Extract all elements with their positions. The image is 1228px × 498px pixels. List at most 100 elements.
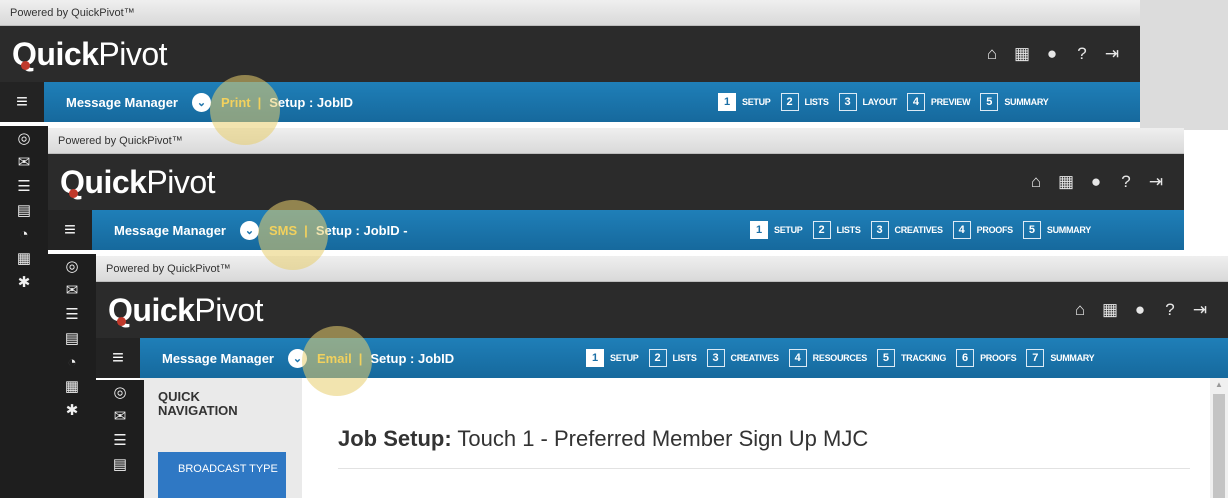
home-icon[interactable]: ⌂ <box>1026 172 1046 192</box>
broadcast-type-button[interactable]: BROADCAST TYPE <box>158 452 286 498</box>
step-number: 5 <box>876 349 895 367</box>
help-icon[interactable]: ? <box>1072 44 1092 64</box>
wizard-steps: 1 SETUP 2 LISTS 3 LAYOUT 4 PREVIEW 5 SUMMARY <box>718 93 1049 111</box>
help-icon[interactable]: ? <box>1160 300 1180 320</box>
user-icon[interactable]: ● <box>1130 300 1150 320</box>
quickpivot-logo[interactable]: QuickPivot <box>60 164 216 201</box>
separator: | <box>257 94 262 110</box>
scrollbar-thumb[interactable] <box>1213 394 1225 498</box>
database-icon[interactable]: ☰ <box>96 428 144 452</box>
brand-bar: QuickPivot ⌂ ▦ ● ? ⇥ <box>0 26 1140 82</box>
top-icons: ⌂ ▦ ● ? ⇥ <box>982 44 1122 64</box>
chevron-down-icon[interactable]: ⌄ <box>192 92 211 112</box>
target-icon[interactable]: ◎ <box>0 126 48 150</box>
job-nav-bar: ≡ Message Manager ⌄ SMS | Setup : JobID … <box>48 210 1184 250</box>
step-number: 7 <box>1026 349 1045 367</box>
pie-chart-icon[interactable]: ◔ <box>48 350 96 374</box>
step-number: 1 <box>718 93 736 111</box>
step-number: 6 <box>956 349 975 367</box>
background-area <box>1140 0 1228 130</box>
step-label: TRACKING <box>900 353 947 363</box>
step-number: 5 <box>980 93 999 111</box>
module-label: Message Manager <box>162 350 274 366</box>
gear-icon[interactable]: ✱ <box>0 270 48 294</box>
document-icon[interactable]: ▤ <box>96 452 144 476</box>
step-label: CREATIVES <box>730 353 779 363</box>
quickpivot-logo[interactable]: QuickPivot <box>12 36 168 73</box>
menu-icon[interactable]: ≡ <box>48 210 92 250</box>
powered-by-bar: Powered by QuickPivot™ <box>0 0 1140 26</box>
job-nav-bar: ≡ Message Manager ⌄ Print | Setup : JobI… <box>0 82 1140 122</box>
channel-label: SMS <box>269 222 298 238</box>
step-label: SETUP <box>742 97 771 107</box>
pie-chart-icon[interactable]: ◔ <box>0 222 48 246</box>
logout-icon[interactable]: ⇥ <box>1190 300 1210 320</box>
vertical-scrollbar[interactable]: ▲ <box>1210 378 1228 498</box>
logo-light: Pivot <box>98 36 168 72</box>
target-icon[interactable]: ◎ <box>96 380 144 404</box>
envelope-icon[interactable]: ✉ <box>48 278 96 302</box>
step-summary[interactable]: 7 SUMMARY <box>1026 349 1095 367</box>
user-icon[interactable]: ● <box>1086 172 1106 192</box>
step-resources[interactable]: 4 RESOURCES <box>788 349 867 367</box>
job-content-area: QUICK NAVIGATION BROADCAST TYPE Job Setu… <box>96 378 1228 498</box>
calendar-icon[interactable]: ▦ <box>1100 300 1120 320</box>
step-proofs[interactable]: 4 PROOFS <box>952 221 1013 239</box>
step-setup[interactable]: 1 SETUP <box>718 93 771 111</box>
database-icon[interactable]: ☰ <box>0 174 48 198</box>
powered-by-bar: Powered by QuickPivot™ <box>48 128 1184 154</box>
step-summary[interactable]: 5 SUMMARY <box>980 93 1049 111</box>
step-label: SUMMARY <box>1046 225 1091 235</box>
table-icon[interactable]: ▦ <box>48 374 96 398</box>
logout-icon[interactable]: ⇥ <box>1102 44 1122 64</box>
calendar-icon[interactable]: ▦ <box>1012 44 1032 64</box>
job-name: Touch 1 - Preferred Member Sign Up MJC <box>457 426 869 451</box>
logo-light: Pivot <box>194 292 264 328</box>
step-setup[interactable]: 1 SETUP <box>750 221 803 239</box>
step-label: LISTS <box>836 225 861 235</box>
chevron-down-icon[interactable]: ⌄ <box>288 348 307 368</box>
step-tracking[interactable]: 5 TRACKING <box>876 349 947 367</box>
calendar-icon[interactable]: ▦ <box>1056 172 1076 192</box>
table-icon[interactable]: ▦ <box>0 246 48 270</box>
step-number: 2 <box>648 349 667 367</box>
gear-icon[interactable]: ✱ <box>48 398 96 422</box>
step-summary[interactable]: 5 SUMMARY <box>1022 221 1091 239</box>
database-icon[interactable]: ☰ <box>48 302 96 326</box>
logo-bold: Quick <box>12 36 99 72</box>
step-lists[interactable]: 2 LISTS <box>780 93 829 111</box>
help-icon[interactable]: ? <box>1116 172 1136 192</box>
home-icon[interactable]: ⌂ <box>982 44 1002 64</box>
user-icon[interactable]: ● <box>1042 44 1062 64</box>
chevron-down-icon[interactable]: ⌄ <box>240 220 259 240</box>
step-setup[interactable]: 1 SETUP <box>586 349 639 367</box>
quickpivot-logo[interactable]: QuickPivot <box>108 292 264 329</box>
wizard-steps: 1 SETUP 2 LISTS 3 CREATIVES 4 PROOFS 5 SUMMAR… <box>750 221 1091 239</box>
target-icon[interactable]: ◎ <box>48 254 96 278</box>
envelope-icon[interactable]: ✉ <box>0 150 48 174</box>
step-number: 3 <box>838 93 857 111</box>
step-lists[interactable]: 2 LISTS <box>648 349 697 367</box>
step-label: LISTS <box>804 97 829 107</box>
step-preview[interactable]: 4 PREVIEW <box>906 93 971 111</box>
step-layout[interactable]: 3 LAYOUT <box>838 93 897 111</box>
menu-icon[interactable]: ≡ <box>96 338 140 378</box>
powered-by-bar: Powered by QuickPivot™ <box>96 256 1228 282</box>
menu-icon[interactable]: ≡ <box>0 82 44 122</box>
top-icons: ⌂ ▦ ● ? ⇥ <box>1026 172 1166 192</box>
logo-bold: Quick <box>60 164 147 200</box>
step-creatives[interactable]: 3 CREATIVES <box>706 349 779 367</box>
logout-icon[interactable]: ⇥ <box>1146 172 1166 192</box>
document-icon[interactable]: ▤ <box>0 198 48 222</box>
document-icon[interactable]: ▤ <box>48 326 96 350</box>
step-number: 2 <box>780 93 799 111</box>
step-label: SUMMARY <box>1050 353 1095 363</box>
sidebar-sms: ◎ ✉ ☰ ▤ ◔ ▦ ✱ <box>48 254 96 498</box>
scroll-up-icon[interactable]: ▲ <box>1210 380 1228 389</box>
home-icon[interactable]: ⌂ <box>1070 300 1090 320</box>
step-creatives[interactable]: 3 CREATIVES <box>870 221 943 239</box>
envelope-icon[interactable]: ✉ <box>96 404 144 428</box>
logo-light: Pivot <box>146 164 216 200</box>
step-lists[interactable]: 2 LISTS <box>812 221 861 239</box>
step-proofs[interactable]: 6 PROOFS <box>956 349 1017 367</box>
